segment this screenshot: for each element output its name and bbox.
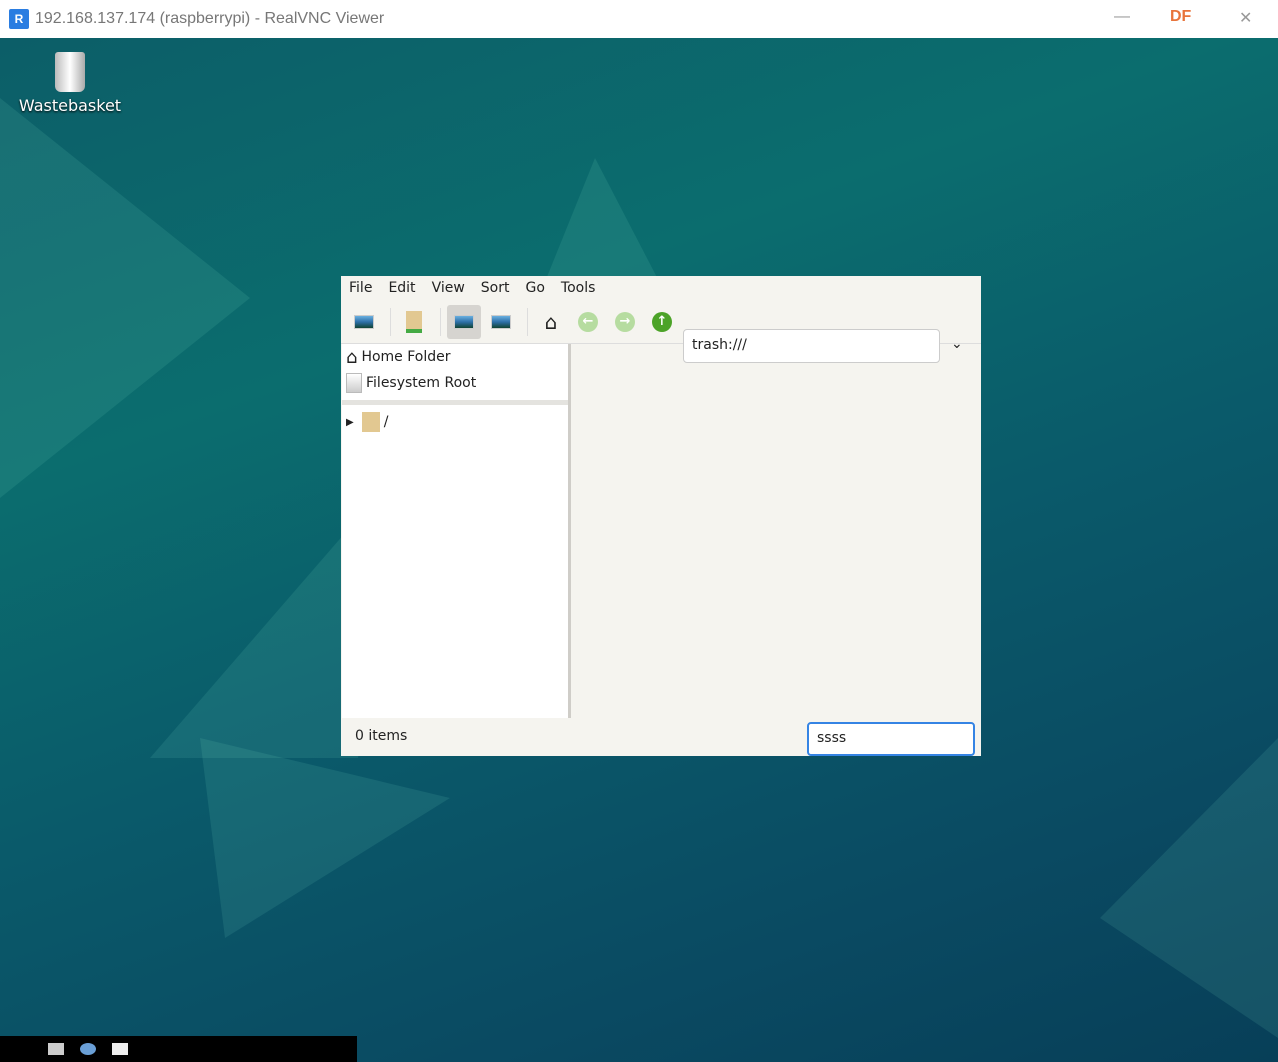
list-view-button[interactable] (484, 305, 518, 339)
wastebasket-label[interactable]: Wastebasket (10, 96, 130, 115)
side-pane: ⌂ Home Folder Filesystem Root ▶ / (342, 344, 568, 718)
folder-add-icon (406, 310, 422, 333)
forward-arrow-icon: → (615, 311, 635, 332)
place-filesystem-root[interactable]: Filesystem Root (342, 370, 568, 396)
network-icon[interactable] (80, 1043, 96, 1055)
new-folder-button[interactable] (397, 305, 431, 339)
expander-triangle-icon[interactable]: ▶ (346, 417, 354, 428)
taskbar (0, 1036, 357, 1062)
home-button[interactable]: ⌂ (534, 305, 568, 339)
up-button[interactable]: ↑ (645, 305, 679, 339)
status-text: 0 items (355, 728, 408, 744)
menu-bar: File Edit View Sort Go Tools (341, 276, 981, 300)
back-arrow-icon: ← (578, 311, 598, 332)
icon-view-button[interactable] (447, 304, 481, 339)
realvnc-logo-icon: R (9, 9, 29, 29)
place-home-folder[interactable]: ⌂ Home Folder (342, 344, 568, 370)
toolbar: ⌂ ← → ↑ trash:/// ⌄ (341, 300, 981, 363)
window-icon (354, 314, 374, 329)
minimize-button[interactable]: — (1114, 8, 1130, 26)
windows-icon[interactable] (112, 1043, 128, 1055)
menu-sort[interactable]: Sort (481, 280, 510, 296)
menu-tools[interactable]: Tools (561, 280, 596, 296)
filter-input[interactable]: ssss (807, 722, 975, 756)
home-icon: ⌂ (544, 309, 558, 334)
title-bar: R 192.168.137.174 (raspberrypi) - RealVN… (0, 0, 1278, 38)
file-manager-window: File Edit View Sort Go Tools ⌂ ← → ↑ tra… (341, 276, 981, 756)
window-title: 192.168.137.174 (raspberrypi) - RealVNC … (35, 10, 385, 27)
wastebasket-icon[interactable] (55, 52, 85, 92)
menu-file[interactable]: File (349, 280, 372, 296)
close-button[interactable]: ✕ (1239, 8, 1252, 28)
home-icon: ⌂ (346, 346, 358, 368)
place-label: Home Folder (361, 349, 451, 365)
tree-label: / (383, 414, 389, 430)
chevron-down-icon[interactable]: ⌄ (951, 336, 963, 352)
place-label: Filesystem Root (366, 375, 477, 391)
icon-view-icon (454, 314, 474, 329)
menu-edit[interactable]: Edit (388, 280, 415, 296)
menu-go[interactable]: Go (526, 280, 545, 296)
drive-icon (346, 373, 362, 393)
path-input[interactable]: trash:/// (683, 329, 940, 363)
tree-item-root[interactable]: ▶ / (342, 409, 568, 435)
up-arrow-icon: ↑ (652, 311, 672, 332)
pane-divider[interactable] (568, 344, 571, 718)
folder-icon (361, 412, 380, 432)
file-manager-icon[interactable] (48, 1043, 64, 1055)
forward-button[interactable]: → (608, 305, 642, 339)
new-window-button[interactable] (347, 305, 381, 339)
back-button[interactable]: ← (571, 305, 605, 339)
brand-badge: DF (1170, 8, 1192, 25)
list-view-icon (491, 314, 511, 329)
menu-view[interactable]: View (432, 280, 465, 296)
